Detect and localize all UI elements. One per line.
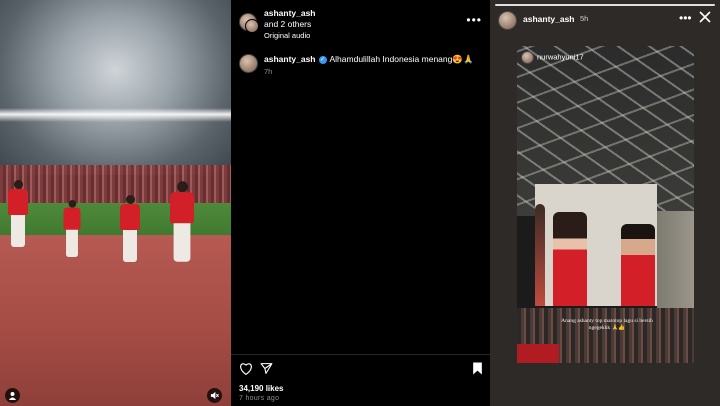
stadium-screen	[535, 184, 657, 306]
reel-video-panel[interactable]	[0, 0, 231, 406]
stadium-sky	[0, 0, 231, 175]
stadium-lights	[0, 108, 231, 122]
shared-from[interactable]: nurwahyuni17	[521, 51, 584, 64]
posted-time: 7 hours ago	[239, 395, 280, 402]
performer-3	[120, 195, 140, 262]
story-caption: Anang ashanty top marotop lagu si bersih…	[561, 318, 653, 331]
bookmark-icon[interactable]	[472, 362, 483, 380]
shared-from-username: nurwahyuni17	[537, 52, 584, 62]
performer-4	[170, 181, 194, 262]
performer-1	[8, 180, 28, 247]
speaker-muted-icon[interactable]	[207, 388, 222, 403]
caption-time: 7h	[264, 67, 273, 76]
person-icon[interactable]	[5, 388, 20, 403]
post-header: ashanty_ash and 2 others Original audio	[264, 8, 316, 41]
likes-count[interactable]: 34,190 likes	[239, 384, 283, 393]
verified-icon: ✓	[318, 55, 327, 64]
avatar-secondary	[245, 19, 259, 33]
shared-from-avatar	[521, 51, 534, 64]
caption-text: Alhamdulillah Indonesia menang😍🙏	[329, 54, 474, 64]
header-others[interactable]: and 2 others	[264, 19, 316, 30]
divider	[231, 354, 490, 355]
performer-2	[63, 200, 81, 257]
heart-icon[interactable]	[239, 362, 253, 380]
caption-username[interactable]: ashanty_ash	[264, 54, 316, 64]
story-progress-bar	[495, 4, 715, 6]
story-panel: ashanty_ash 5h ••• nurwahyuni17 Anang as…	[490, 0, 720, 406]
share-icon[interactable]	[260, 362, 273, 380]
story-avatar[interactable]	[498, 11, 517, 30]
more-options-icon[interactable]: •••	[679, 11, 692, 25]
background-person	[535, 204, 545, 306]
red-banner	[517, 344, 559, 363]
caption: ashanty_ash ✓ Alhamdulillah Indonesia mena…	[264, 54, 474, 65]
singer-male	[621, 224, 655, 306]
post-panel: ashanty_ash and 2 others Original audio …	[231, 0, 490, 406]
shared-photo[interactable]: nurwahyuni17 Anang ashanty top marotop l…	[517, 46, 694, 363]
more-options-icon[interactable]: •••	[466, 13, 482, 27]
close-icon[interactable]	[699, 10, 711, 26]
football-pitch	[0, 203, 231, 235]
stadium-wall	[657, 211, 694, 321]
caption-avatar[interactable]	[239, 54, 258, 73]
story-time: 5h	[580, 14, 589, 23]
stadium-stands	[0, 165, 231, 205]
story-username[interactable]: ashanty_ash	[523, 14, 575, 24]
running-track	[0, 235, 231, 406]
header-username[interactable]: ashanty_ash	[264, 8, 316, 19]
singer-female	[553, 212, 587, 306]
audio-label[interactable]: Original audio	[264, 30, 316, 41]
